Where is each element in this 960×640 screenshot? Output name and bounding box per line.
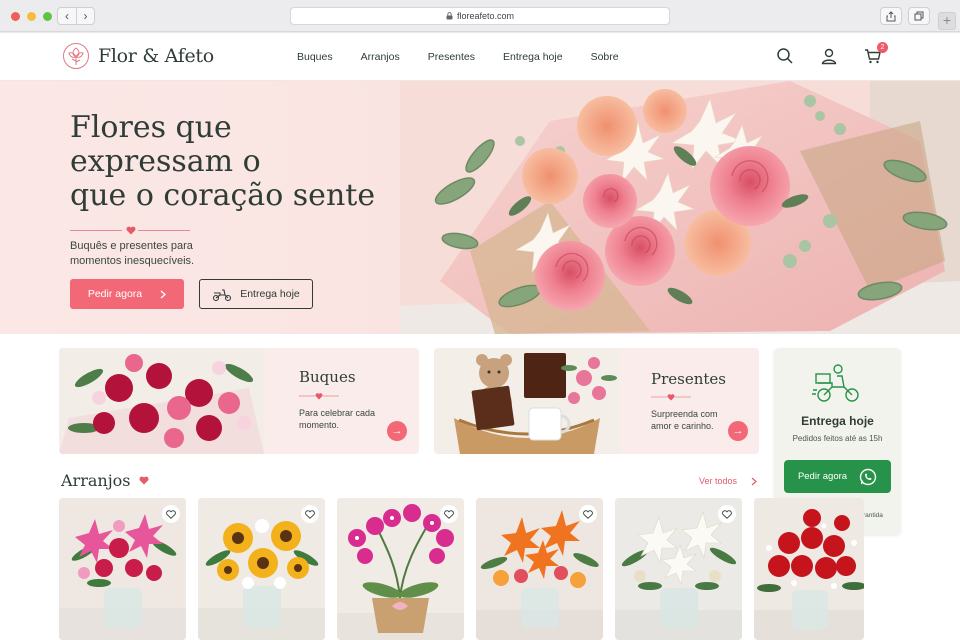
hero-title-line-2: expressam o: [70, 144, 261, 179]
heart-outline-icon: [166, 509, 176, 519]
product-card[interactable]: [337, 498, 464, 640]
account-button[interactable]: [820, 47, 838, 65]
hero-title: Flores que expressam o que o coração sen…: [70, 111, 400, 213]
url-text: floreafeto.com: [456, 11, 515, 21]
search-icon: [777, 48, 793, 64]
favorite-button[interactable]: [579, 505, 597, 523]
flower-logo-icon: [63, 43, 89, 69]
chevron-right-icon: [751, 477, 757, 485]
new-tab-button[interactable]: +: [938, 12, 956, 30]
hero-bouquet-image: [400, 81, 960, 334]
hero-delivery-button[interactable]: Entrega hoje: [199, 279, 313, 309]
nav-entrega-hoje[interactable]: Entrega hoje: [503, 51, 563, 63]
hero-title-line-1: Flores que: [70, 110, 232, 145]
buques-category-image: [59, 348, 264, 454]
heart-icon: [126, 226, 136, 235]
whatsapp-icon: [859, 468, 877, 485]
scooter-icon: [213, 289, 232, 301]
nav-arranjos[interactable]: Arranjos: [361, 51, 400, 63]
nav-presentes[interactable]: Presentes: [428, 51, 475, 63]
category-desc-buques: Para celebrar cada momento.: [299, 408, 376, 430]
product-card[interactable]: [615, 498, 742, 640]
brand-logo[interactable]: Flor & Afeto: [62, 42, 214, 70]
whatsapp-order-button[interactable]: Pedir agora: [784, 460, 891, 493]
main-nav: Buques Arranjos Presentes Entrega hoje S…: [297, 51, 619, 63]
delivery-title: Entrega hoje: [801, 414, 874, 428]
chevron-right-icon: [160, 290, 167, 298]
product-card[interactable]: [476, 498, 603, 640]
nav-buques[interactable]: Buques: [297, 51, 333, 63]
tabs-button[interactable]: [908, 7, 930, 25]
search-button[interactable]: [776, 47, 794, 65]
arrow-right-button[interactable]: →: [728, 421, 748, 441]
back-button[interactable]: ‹: [58, 8, 76, 24]
share-button[interactable]: [880, 7, 902, 25]
delivery-subtitle: Pedidos feitos até as 15h: [792, 434, 883, 443]
hero-order-button[interactable]: Pedir agora: [70, 279, 184, 309]
forward-button[interactable]: ›: [76, 8, 94, 24]
heart-outline-icon: [444, 509, 454, 519]
heart-icon: [651, 394, 691, 401]
category-card-buques[interactable]: Buques Para celebrar cada momento. →: [59, 348, 419, 454]
hero-subtitle: Buquês e presentes para momentos inesque…: [70, 240, 195, 267]
window-controls: [11, 12, 52, 21]
product-card[interactable]: [754, 498, 864, 640]
category-desc-presentes: Surpreenda com amor e carinho.: [651, 409, 718, 431]
favorite-button[interactable]: [301, 505, 319, 523]
section-title-text: Arranjos: [61, 471, 131, 490]
heart-outline-icon: [583, 509, 593, 519]
hero-banner: Flores que expressam o que o coração sen…: [0, 81, 960, 334]
favorite-button[interactable]: [718, 505, 736, 523]
address-bar[interactable]: floreafeto.com: [290, 7, 670, 25]
web-page: Flor & Afeto Buques Arranjos Presentes E…: [0, 33, 960, 640]
category-title-buques: Buques: [299, 368, 356, 386]
category-card-presentes[interactable]: Presentes Surpreenda com amor e carinho.…: [434, 348, 759, 454]
user-icon: [821, 48, 837, 65]
heart-divider: [70, 226, 190, 236]
heart-icon: [139, 476, 148, 485]
heart-outline-icon: [722, 509, 732, 519]
product-card[interactable]: [59, 498, 186, 640]
heart-outline-icon: [305, 509, 315, 519]
delivery-scooter-icon: [812, 364, 859, 402]
favorite-button[interactable]: [440, 505, 458, 523]
heart-icon: [299, 393, 339, 400]
category-title-presentes: Presentes: [651, 370, 726, 388]
browser-chrome: ‹ › floreafeto.com +: [0, 0, 960, 32]
see-all-link[interactable]: Ver todos: [699, 476, 757, 486]
zoom-window-button[interactable]: [43, 12, 52, 21]
history-buttons: ‹ ›: [57, 7, 95, 25]
see-all-label: Ver todos: [699, 476, 738, 486]
favorite-button[interactable]: [162, 505, 180, 523]
section-title-arranjos: Arranjos: [61, 471, 149, 490]
presentes-category-image: [434, 348, 620, 454]
cart-button[interactable]: 2: [864, 42, 888, 65]
hero-delivery-label: Entrega hoje: [240, 288, 300, 300]
cart-count-badge: 2: [877, 42, 888, 53]
brand-name: Flor & Afeto: [98, 45, 214, 67]
close-window-button[interactable]: [11, 12, 20, 21]
whatsapp-order-label: Pedir agora: [797, 471, 848, 482]
hero-order-label: Pedir agora: [87, 288, 143, 300]
minimize-window-button[interactable]: [27, 12, 36, 21]
lock-icon: [446, 12, 453, 20]
red-rose-arrangement-image: [754, 498, 864, 640]
tabs-icon: [914, 11, 924, 21]
hero-title-line-3: que o coração sente: [70, 178, 376, 213]
product-card[interactable]: [198, 498, 325, 640]
nav-sobre[interactable]: Sobre: [591, 51, 619, 63]
arrow-right-button[interactable]: →: [387, 421, 407, 441]
share-icon: [886, 10, 896, 21]
site-header: Flor & Afeto Buques Arranjos Presentes E…: [0, 33, 960, 81]
